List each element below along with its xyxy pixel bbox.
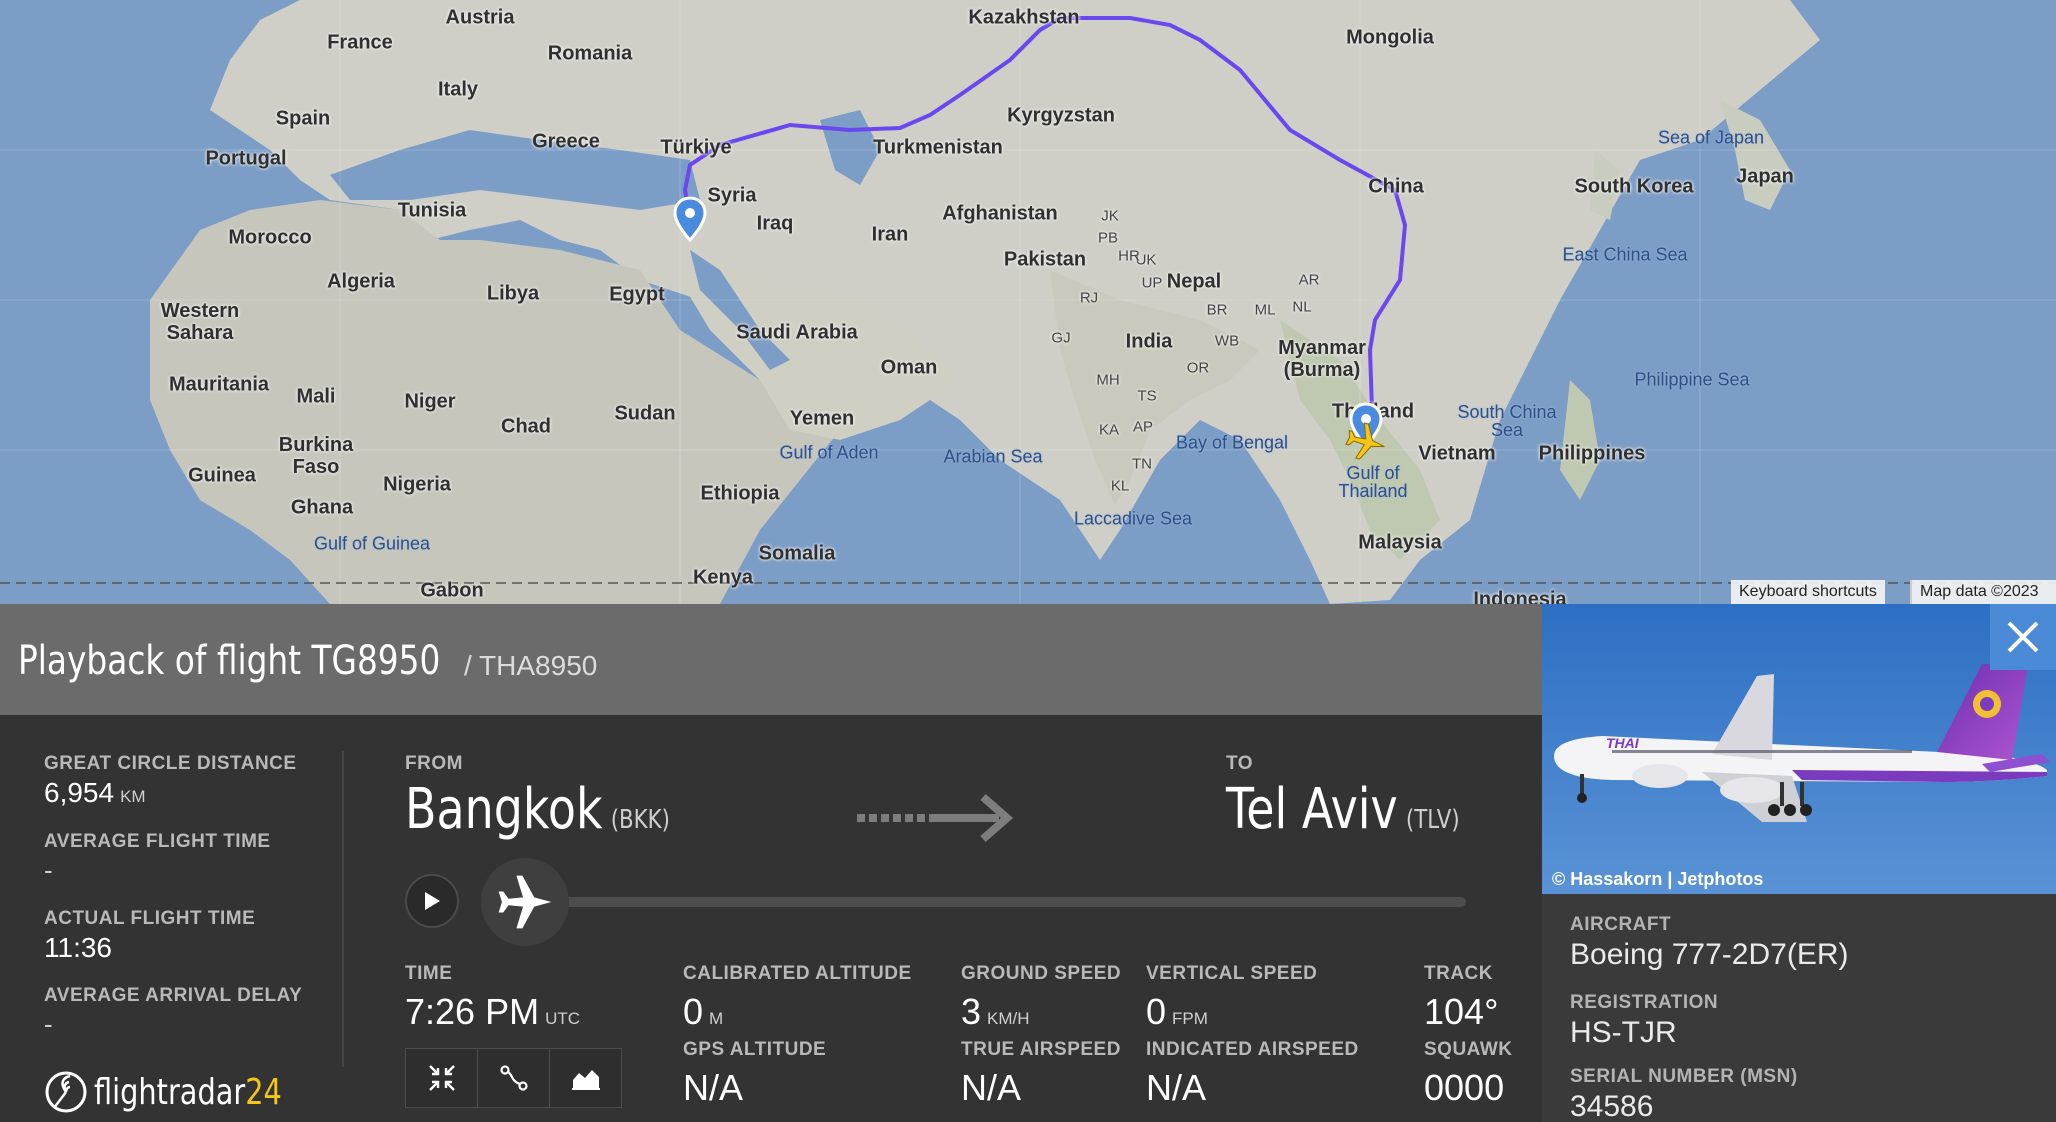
registration-value: HS-TJR: [1570, 1016, 1677, 1049]
photo-credit[interactable]: © Hassakorn | Jetphotos: [1552, 869, 1763, 890]
avg-flight-time-label: AVERAGE FLIGHT TIME: [44, 831, 271, 852]
airplane-icon: [498, 875, 552, 929]
aircraft-photo-image: THAI: [1542, 604, 2056, 894]
great-circle-label: GREAT CIRCLE DISTANCE: [44, 753, 297, 774]
squawk-label: SQUAWK: [1424, 1039, 1513, 1060]
route-arrow-icon: [857, 793, 1014, 843]
squawk-value: 0000: [1424, 1067, 1505, 1108]
calibrated-altitude-label: CALIBRATED ALTITUDE: [683, 963, 912, 984]
gps-altitude-label: GPS ALTITUDE: [683, 1039, 827, 1060]
avg-arrival-delay-label: AVERAGE ARRIVAL DELAY: [44, 985, 303, 1006]
altitude-graph-button[interactable]: [549, 1048, 622, 1108]
aircraft-photo[interactable]: THAI © Hassakorn | Jetphotos: [1542, 604, 2056, 894]
play-icon: [425, 892, 440, 910]
livery-text: THAI: [1606, 735, 1640, 751]
ground-speed-unit: KM/H: [987, 1009, 1030, 1028]
great-circle-unit: KM: [120, 787, 146, 806]
time-value: 7:26 PM UTC: [405, 991, 581, 1032]
true-airspeed-label: TRUE AIRSPEED: [961, 1039, 1121, 1060]
time-label: TIME: [405, 963, 453, 984]
track-label: TRACK: [1424, 963, 1493, 984]
radar-logo-icon: [45, 1071, 87, 1113]
destination-pin-icon[interactable]: [672, 196, 708, 244]
page-title: Playback of flight TG8950: [18, 638, 441, 684]
serial-number-label: SERIAL NUMBER (MSN): [1570, 1066, 1798, 1087]
indicated-airspeed-label: INDICATED AIRSPEED: [1146, 1039, 1359, 1060]
collapse-icon: [428, 1065, 455, 1091]
track-value: 104°: [1424, 991, 1499, 1032]
serial-number-value: 34586: [1570, 1090, 1654, 1122]
to-label: TO: [1226, 753, 1254, 774]
vertical-speed-value: 0 FPM: [1146, 991, 1208, 1032]
flight-map[interactable]: France Austria Romania Italy Spain Portu…: [0, 0, 2056, 604]
destination-city: Tel Aviv (TLV): [1226, 777, 1460, 842]
map-canvas: [0, 0, 2056, 604]
origin-code: (BKK): [610, 805, 670, 835]
flight-callsign: / THA8950: [464, 650, 598, 681]
avg-flight-time-value: -: [44, 855, 53, 885]
column-divider: [342, 751, 344, 1067]
registration-label: REGISTRATION: [1570, 992, 1719, 1013]
great-circle-value: 6,954 KM: [44, 777, 146, 808]
from-label: FROM: [405, 753, 463, 774]
actual-flight-time-value: 11:36: [44, 932, 112, 963]
chart-area-icon: [571, 1070, 600, 1090]
actual-flight-time-label: ACTUAL FLIGHT TIME: [44, 908, 256, 929]
vertical-speed-label: VERTICAL SPEED: [1146, 963, 1318, 984]
close-button[interactable]: [1990, 604, 2056, 670]
aircraft-info-panel: THAI © Hassakorn | Jetphotos AIRCRAFT Bo…: [1542, 604, 2056, 1122]
flightradar24-logo[interactable]: flightradar24: [44, 1070, 329, 1114]
vertical-speed-unit: FPM: [1172, 1009, 1208, 1028]
indicated-airspeed-value: N/A: [1146, 1067, 1207, 1108]
origin-city: Bangkok (BKK): [405, 777, 670, 842]
logo-text: flightradar24: [94, 1071, 282, 1113]
aircraft-position-icon[interactable]: [1344, 420, 1388, 464]
route-icon: [499, 1065, 528, 1091]
true-airspeed-value: N/A: [961, 1067, 1022, 1108]
keyboard-shortcuts-link[interactable]: Keyboard shortcuts: [1731, 580, 1885, 604]
playback-timeline[interactable]: [520, 897, 1466, 907]
flight-details-panel: GREAT CIRCLE DISTANCE 6,954 KM AVERAGE FL…: [0, 715, 1542, 1122]
map-data-attribution[interactable]: Map data ©2023: [1910, 580, 2056, 604]
ground-speed-label: GROUND SPEED: [961, 963, 1122, 984]
collapse-view-button[interactable]: [405, 1048, 478, 1108]
playback-scrubber-handle[interactable]: [481, 858, 569, 946]
calibrated-altitude-unit: M: [709, 1009, 724, 1028]
avg-arrival-delay-value: -: [44, 1009, 53, 1039]
gps-altitude-value: N/A: [683, 1067, 744, 1108]
route-toggle-button[interactable]: [477, 1048, 550, 1108]
aircraft-label: AIRCRAFT: [1570, 914, 1672, 935]
calibrated-altitude-value: 0M: [683, 991, 724, 1032]
play-button[interactable]: [405, 874, 459, 928]
destination-code: (TLV): [1405, 805, 1460, 835]
flight-title-bar: Playback of flight TG8950 / THA8950: [0, 604, 1542, 715]
ground-speed-value: 3 KM/H: [961, 991, 1030, 1032]
aircraft-value: Boeing 777-2D7(ER): [1570, 938, 1849, 971]
close-icon: [2007, 621, 2039, 653]
time-unit: UTC: [545, 1009, 581, 1028]
